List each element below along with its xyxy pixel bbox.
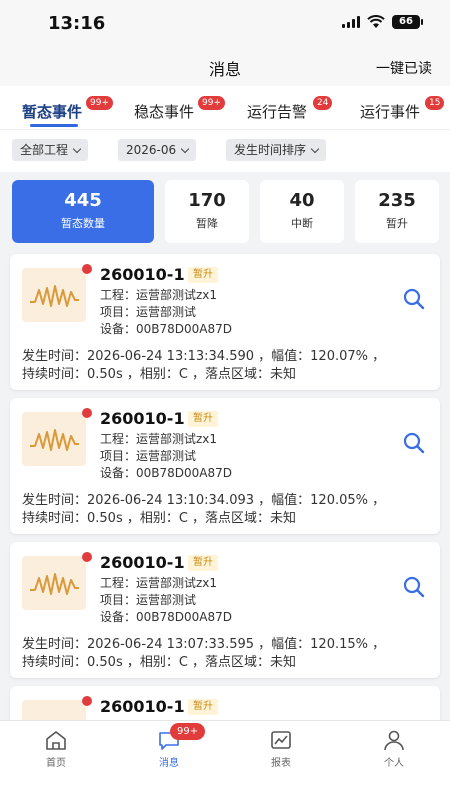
tab-transient-events[interactable]: 暂态事件	[22, 101, 82, 122]
status-time: 13:16	[48, 13, 106, 34]
stat-card-sag[interactable]: 170 暂降	[165, 180, 249, 243]
waveform-thumbnail	[22, 412, 86, 466]
event-detail-line: 持续时间：0.50s ，相别：C ，落点区域：未知	[22, 511, 297, 526]
stat-card-total[interactable]: 445 暂态数量	[12, 180, 154, 243]
tab-run-alarms[interactable]: 运行告警	[247, 101, 307, 122]
event-type-tag: 暂升	[188, 555, 218, 571]
nav-bar: 消息 一键已读	[0, 48, 450, 86]
stat-value: 445	[64, 190, 102, 211]
bottom-tab-label: 个人	[384, 758, 404, 769]
bottom-tab-label: 报表	[271, 758, 291, 769]
event-item: 项目：运营部测试	[100, 305, 197, 319]
sort-dropdown[interactable]: 发生时间排序	[226, 139, 327, 161]
person-icon	[384, 730, 404, 751]
bottom-tab-label: 消息	[159, 758, 179, 769]
tab-run-events[interactable]: 运行事件	[360, 101, 420, 122]
tab-badge: 15	[425, 96, 445, 110]
event-type-tag: 暂升	[188, 411, 218, 427]
home-icon	[46, 731, 66, 750]
event-device: 设备：00B78D00A87D	[100, 322, 233, 336]
waveform-icon	[30, 285, 79, 307]
search-icon[interactable]	[402, 431, 426, 455]
bottom-tab-messages[interactable]: 消息 99+	[139, 723, 206, 769]
month-filter-dropdown[interactable]: 2026-06	[118, 139, 197, 161]
event-item: 项目：运营部测试	[100, 593, 197, 607]
unread-dot	[82, 696, 92, 706]
event-code: 260010-1	[100, 265, 185, 284]
project-filter-dropdown[interactable]: 全部工程	[12, 139, 89, 161]
tab-badge: 24	[313, 96, 333, 110]
event-detail-line: 持续时间：0.50s ，相别：C ，落点区域：未知	[22, 367, 297, 382]
stat-label: 暂升	[386, 217, 408, 230]
event-detail-line: 发生时间：2026-06-24 13:07:33.595 ，幅值：120.15%…	[22, 637, 386, 652]
tab-badge: 99+	[86, 96, 113, 110]
status-icons: 66	[342, 15, 423, 29]
unread-dot	[82, 408, 92, 418]
event-type-tag: 暂升	[188, 267, 218, 283]
event-code: 260010-1	[100, 553, 185, 572]
stat-value: 235	[378, 190, 416, 211]
event-detail-line: 发生时间：2026-06-24 13:13:34.590 ，幅值：120.07%…	[22, 349, 386, 364]
stat-label: 暂降	[196, 217, 218, 230]
event-card[interactable]: 260010-1 暂升 工程：运营部测试zx1 项目：运营部测试 设备：00B7…	[10, 398, 440, 534]
waveform-icon	[30, 429, 79, 451]
event-project: 工程：运营部测试zx1	[100, 576, 218, 590]
bottom-tab-bar: 首页 消息 99+ 报表 个人	[0, 720, 450, 800]
bottom-tab-label: 首页	[46, 758, 66, 769]
stat-card-interruption[interactable]: 40 中断	[260, 180, 344, 243]
event-code: 260010-1	[100, 409, 185, 428]
event-detail-line: 持续时间：0.50s ，相别：C ，落点区域：未知	[22, 655, 297, 670]
search-icon[interactable]	[402, 575, 426, 599]
tab-steady-events[interactable]: 稳态事件	[134, 101, 194, 122]
status-bar: 13:16 66	[0, 0, 450, 48]
sort-label: 发生时间排序	[234, 143, 307, 157]
waveform-icon	[30, 573, 79, 595]
chevron-down-icon	[310, 144, 320, 153]
event-item: 项目：运营部测试	[100, 449, 197, 463]
stat-label: 暂态数量	[61, 217, 105, 230]
event-detail-line: 发生时间：2026-06-24 13:10:34.093 ，幅值：120.05%…	[22, 493, 386, 508]
stat-value: 170	[188, 190, 226, 211]
event-code: 260010-1	[100, 697, 185, 716]
message-count-badge: 99+	[170, 723, 206, 740]
month-filter-label: 2026-06	[126, 143, 177, 157]
waveform-thumbnail	[22, 556, 86, 610]
chevron-down-icon	[72, 144, 82, 153]
stat-card-swell[interactable]: 235 暂升	[355, 180, 439, 243]
bottom-tab-profile[interactable]: 个人	[364, 729, 424, 769]
signal-icon	[342, 16, 360, 28]
search-icon[interactable]	[402, 287, 426, 311]
unread-dot	[82, 264, 92, 274]
wifi-icon	[367, 15, 385, 28]
battery-icon: 66	[392, 15, 423, 29]
event-project: 工程：运营部测试zx1	[100, 288, 218, 302]
stat-label: 中断	[291, 217, 313, 230]
event-card[interactable]: 260010-1 暂升 工程：运营部测试zx1 项目：运营部测试 设备：00B7…	[10, 542, 440, 678]
event-tabs: 暂态事件 99+ 稳态事件 99+ 运行告警 24 运行事件 15	[0, 86, 450, 130]
event-card[interactable]: 260010-1 暂升 工程：运营部测试zx1 项目：运营部测试 设备：00B7…	[10, 254, 440, 390]
mark-all-read-button[interactable]: 一键已读	[376, 58, 432, 78]
chevron-down-icon	[180, 144, 190, 153]
unread-dot	[82, 552, 92, 562]
event-project: 工程：运营部测试zx1	[100, 432, 218, 446]
event-type-tag: 暂升	[188, 699, 218, 715]
event-device: 设备：00B78D00A87D	[100, 466, 233, 480]
waveform-thumbnail	[22, 268, 86, 322]
filter-bar: 全部工程 2026-06 发生时间排序	[0, 130, 450, 172]
bottom-tab-home[interactable]: 首页	[26, 729, 86, 769]
project-filter-label: 全部工程	[20, 143, 69, 157]
bottom-tab-reports[interactable]: 报表	[251, 729, 311, 769]
tab-badge: 99+	[198, 96, 225, 110]
event-device: 设备：00B78D00A87D	[100, 610, 233, 624]
active-tab-indicator	[30, 124, 78, 127]
chart-icon	[271, 731, 291, 749]
stat-value: 40	[289, 190, 315, 211]
